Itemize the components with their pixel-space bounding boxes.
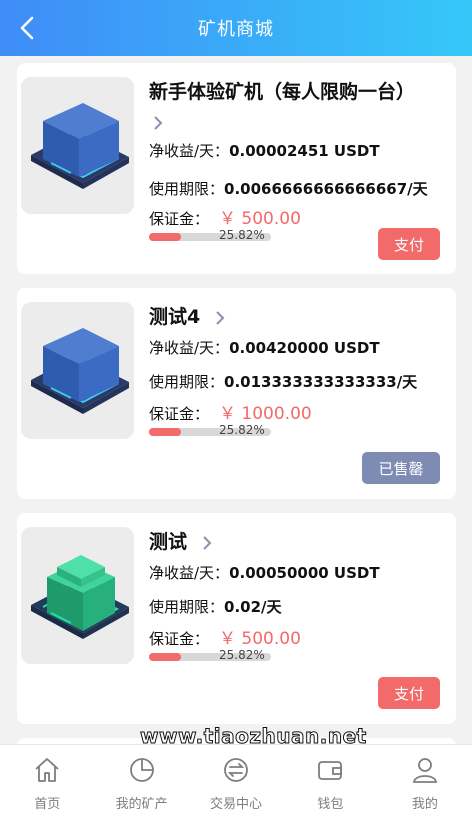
product-name-text: 新手体验矿机（每人限购一台） — [149, 81, 416, 103]
user-icon — [412, 758, 437, 783]
product-name-text: 测试4 — [149, 306, 201, 328]
income-label: 净收益/天： — [149, 142, 230, 160]
progress-fill — [149, 233, 181, 241]
deposit-label: 保证金： — [149, 210, 210, 228]
tab-label: 钱包 — [317, 797, 344, 812]
product-name-text: 测试 — [149, 531, 188, 553]
progress-bar: 25.82% — [149, 423, 271, 437]
pay-button[interactable]: 支付 — [378, 228, 440, 260]
chevron-right-icon — [216, 310, 225, 325]
tab-label: 我的 — [411, 797, 438, 812]
bottom-tab-bar: 首页 我的矿产 交易中心 钱包 我的 — [0, 744, 472, 819]
period-label: 使用期限： — [149, 180, 225, 198]
product-card[interactable]: 测试4 净收益/天：0.00420000 USDT 使用期限：0.0133333… — [17, 288, 456, 499]
product-image — [21, 302, 134, 439]
sold-out-button[interactable]: 已售罄 — [362, 452, 440, 484]
income-label: 净收益/天： — [149, 339, 230, 357]
progress-bar: 25.82% — [149, 228, 271, 242]
income-value: 0.00002451 USDT — [229, 142, 380, 160]
chevron-right-icon — [202, 535, 212, 550]
product-card[interactable]: 测试 净收益/天：0.00050000 USDT 使用期限：0.02/天 保证金… — [17, 513, 456, 724]
chevron-right-icon — [154, 115, 163, 130]
period-label: 使用期限： — [149, 598, 225, 616]
tab-home[interactable]: 首页 — [0, 745, 94, 819]
tab-wallet[interactable]: 钱包 — [283, 745, 377, 819]
mining-cube-icon — [31, 103, 129, 189]
progress-percent: 25.82% — [219, 648, 265, 662]
deposit-amount: ￥ 500.00 — [219, 209, 301, 229]
pie-chart-icon — [129, 758, 154, 782]
deposit-label: 保证金： — [149, 405, 210, 423]
tab-label: 我的矿产 — [115, 797, 168, 812]
product-name[interactable]: 测试 — [149, 527, 446, 557]
exchange-icon — [224, 758, 248, 782]
page-title: 矿机商城 — [198, 19, 274, 40]
tab-trade-center[interactable]: 交易中心 — [189, 745, 283, 819]
back-button[interactable] — [10, 10, 46, 46]
progress-fill — [149, 653, 181, 661]
chevron-left-icon — [20, 16, 34, 40]
progress-percent: 25.82% — [219, 228, 265, 242]
period-value: 0.02/天 — [224, 598, 282, 616]
income-label: 净收益/天： — [149, 564, 230, 582]
income-value: 0.00050000 USDT — [229, 564, 380, 582]
home-icon — [35, 758, 59, 782]
wallet-icon — [318, 761, 343, 780]
pay-button[interactable]: 支付 — [378, 677, 440, 709]
tab-label: 交易中心 — [210, 797, 263, 812]
tab-my-mines[interactable]: 我的矿产 — [94, 745, 188, 819]
period-value: 0.013333333333333/天 — [224, 373, 418, 391]
mining-cube-icon — [31, 328, 129, 414]
tab-mine[interactable]: 我的 — [378, 745, 472, 819]
period-value: 0.0066666666666667/天 — [224, 180, 428, 198]
progress-bar: 25.82% — [149, 648, 271, 662]
progress-percent: 25.82% — [219, 423, 265, 437]
income-value: 0.00420000 USDT — [229, 339, 380, 357]
period-label: 使用期限： — [149, 373, 225, 391]
deposit-amount: ￥ 1000.00 — [219, 404, 312, 424]
tab-label: 首页 — [34, 797, 61, 812]
header-bar: 矿机商城 — [0, 0, 472, 56]
deposit-amount: ￥ 500.00 — [219, 629, 301, 649]
product-card[interactable]: 新手体验矿机（每人限购一台） 净收益/天：0.00002451 USDT 使用期… — [17, 63, 456, 274]
product-image — [21, 77, 134, 214]
deposit-label: 保证金： — [149, 630, 210, 648]
product-name[interactable]: 新手体验矿机（每人限购一台） — [149, 77, 446, 137]
progress-fill — [149, 428, 181, 436]
mining-cube-icon — [31, 555, 129, 639]
product-name[interactable]: 测试4 — [149, 302, 446, 332]
product-image — [21, 527, 134, 664]
